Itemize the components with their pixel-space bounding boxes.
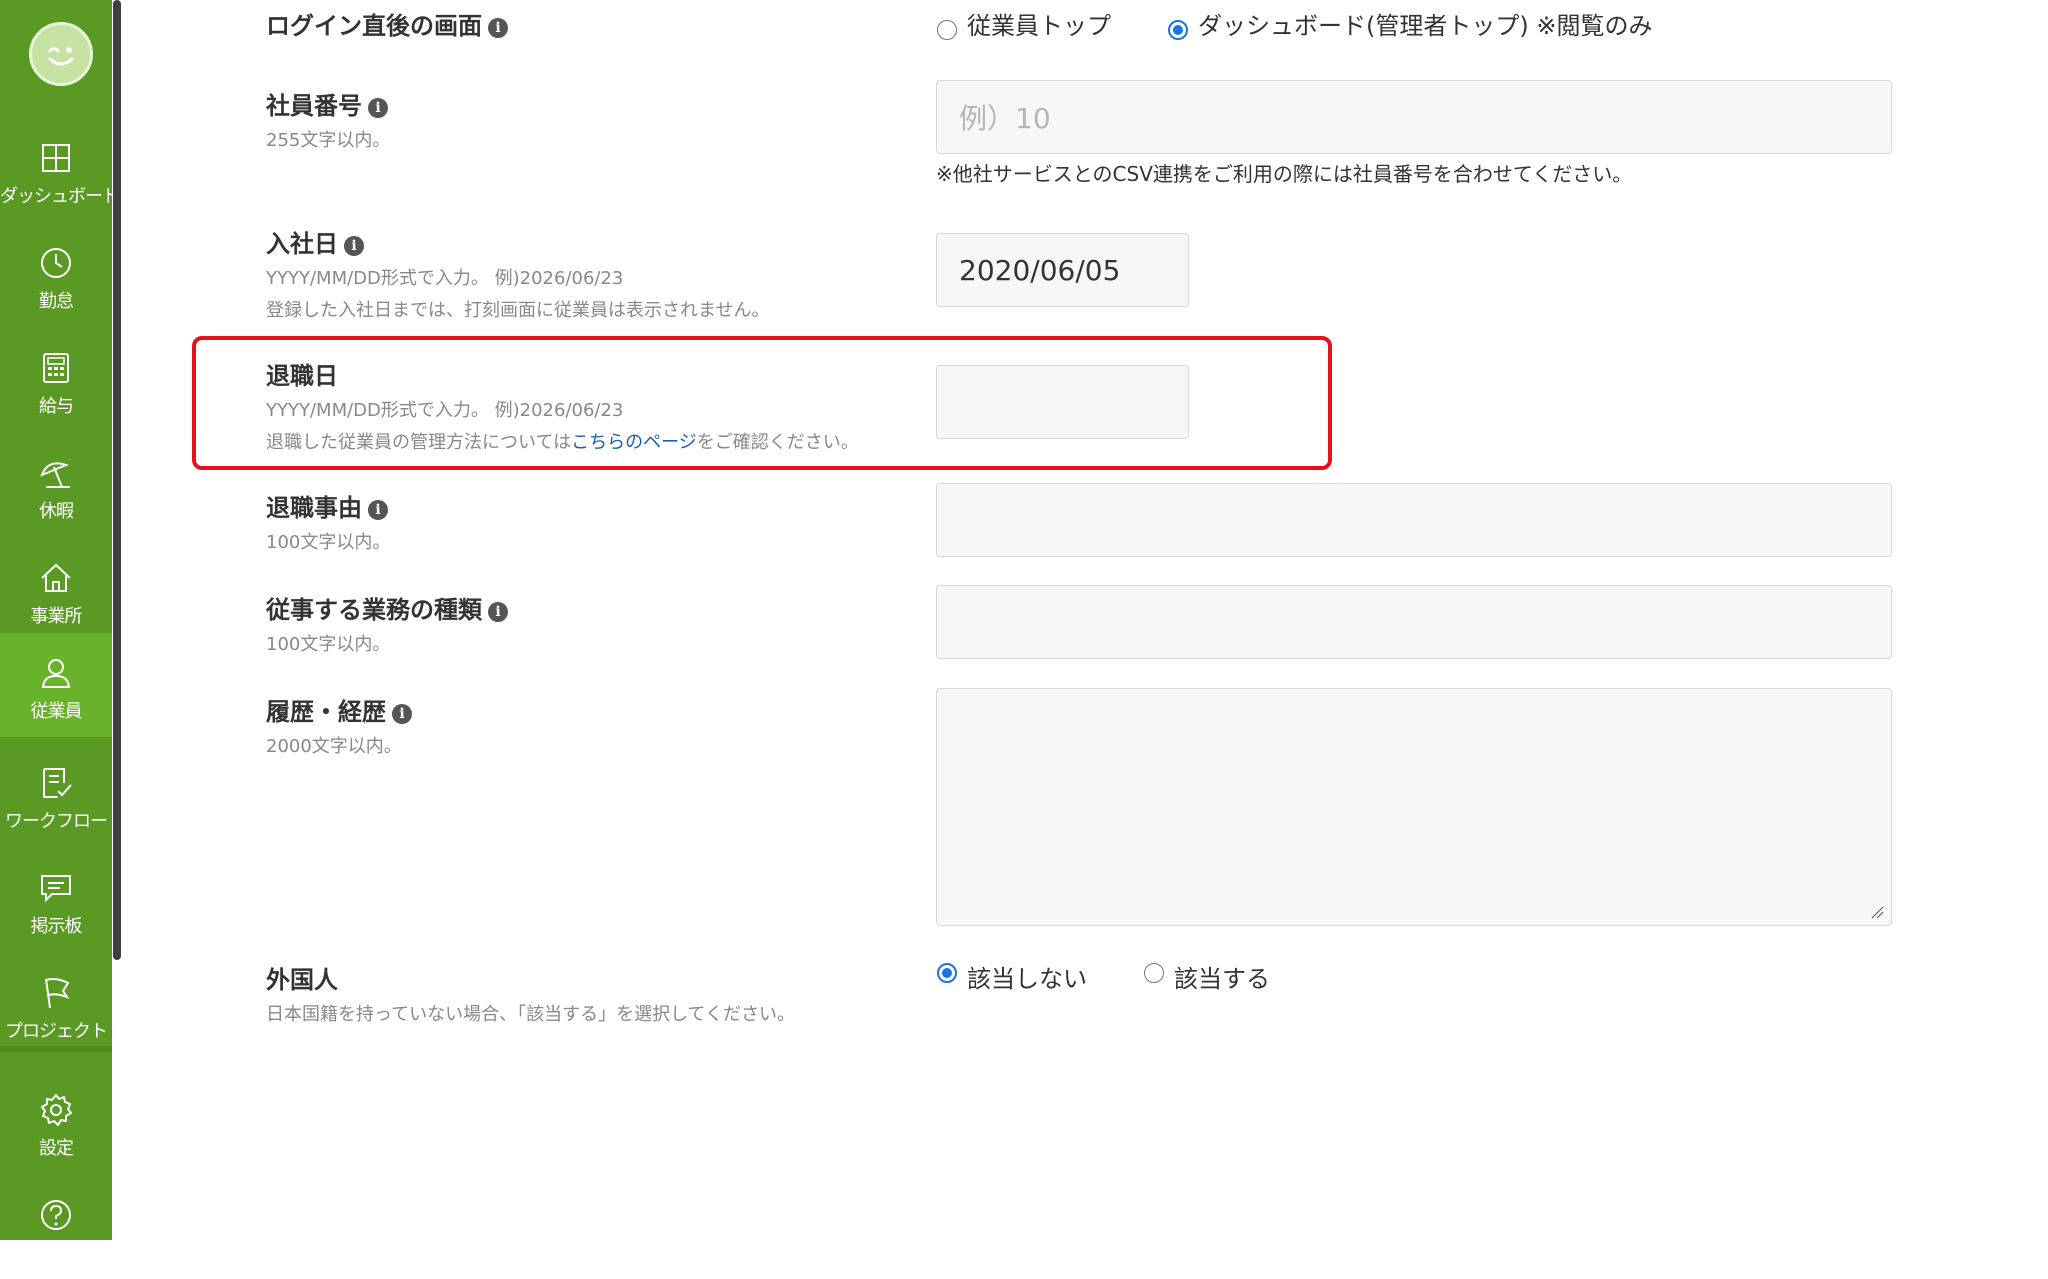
employee-number-note: ※他社サービスとのCSV連携をご利用の際には社員番号を合わせてください。 bbox=[936, 162, 1633, 186]
radio-not-applicable-label[interactable]: 該当しない bbox=[967, 959, 1087, 994]
sidebar-item-label: 従業員 bbox=[30, 701, 83, 722]
sidebar-item-label: ダッシュボード bbox=[0, 186, 120, 207]
sidebar-item-workflow[interactable]: ワークフロー bbox=[0, 743, 112, 847]
radio-applicable-label[interactable]: 該当する bbox=[1174, 959, 1270, 994]
info-icon[interactable]: i bbox=[368, 500, 388, 520]
sidebar-item-project[interactable]: プロジェクト bbox=[0, 953, 112, 1057]
hire-date-input[interactable]: 2020/06/05 bbox=[936, 233, 1189, 307]
dashboard-icon bbox=[42, 144, 70, 172]
retirement-date-input[interactable] bbox=[936, 365, 1189, 439]
login-screen-label: ログイン直後の画面 i bbox=[266, 6, 508, 41]
sidebar-item-label: ワークフロー bbox=[5, 811, 108, 832]
employee-number-hint: 255文字以内。 bbox=[266, 130, 391, 151]
radio-employee-top[interactable] bbox=[937, 20, 957, 40]
sidebar-item-settings[interactable]: 設定 bbox=[0, 1070, 112, 1174]
checklist-icon bbox=[43, 768, 72, 798]
sidebar-item-label: 掲示板 bbox=[30, 916, 83, 937]
sidebar-item-label: 事業所 bbox=[30, 606, 83, 627]
sidebar: ダッシュボード 勤怠 給与 休暇 事業所 従業員 ワークフロー 掲示板 プロジェ… bbox=[0, 0, 122, 1264]
job-type-label: 従事する業務の種類 i bbox=[266, 590, 508, 625]
help-icon bbox=[41, 1200, 71, 1230]
retirement-reason-hint: 100文字以内。 bbox=[266, 532, 391, 553]
hire-date-hint-note: 登録した入社日までは、打刻画面に従業員は表示されません。 bbox=[266, 300, 770, 321]
flag-icon bbox=[45, 978, 70, 1009]
job-type-input[interactable] bbox=[936, 585, 1892, 659]
person-icon bbox=[41, 659, 71, 688]
radio-not-applicable[interactable] bbox=[937, 963, 957, 983]
sidebar-item-leave[interactable]: 休暇 bbox=[0, 433, 112, 537]
sidebar-scroll-thumb[interactable] bbox=[113, 0, 121, 960]
foreigner-hint: 日本国籍を持っていない場合、「該当する」を選択してください。 bbox=[266, 1004, 796, 1025]
sidebar-item-label: ヘルプ bbox=[30, 1243, 83, 1264]
sidebar-item-label: 給与 bbox=[39, 396, 74, 417]
info-icon[interactable]: i bbox=[344, 236, 364, 256]
radio-dashboard-label[interactable]: ダッシュボード(管理者トップ) ※閲覧のみ bbox=[1198, 6, 1652, 41]
sidebar-item-office[interactable]: 事業所 bbox=[0, 538, 112, 642]
sidebar-item-payroll[interactable]: 給与 bbox=[0, 328, 112, 432]
info-icon[interactable]: i bbox=[368, 98, 388, 118]
hire-date-label: 入社日 i bbox=[266, 224, 364, 259]
resize-grip-icon[interactable] bbox=[1870, 905, 1884, 919]
foreigner-label: 外国人 bbox=[266, 966, 338, 994]
sidebar-item-label: プロジェクト bbox=[5, 1021, 108, 1042]
info-icon[interactable]: i bbox=[488, 602, 508, 622]
history-textarea[interactable] bbox=[936, 688, 1892, 926]
beach-umbrella-icon bbox=[40, 462, 70, 488]
sidebar-item-bulletin[interactable]: 掲示板 bbox=[0, 848, 112, 952]
gear-icon bbox=[41, 1094, 72, 1126]
sidebar-item-dashboard[interactable]: ダッシュボード bbox=[0, 118, 120, 222]
sidebar-item-employees[interactable]: 従業員 bbox=[0, 633, 112, 737]
app-logo[interactable] bbox=[29, 22, 93, 86]
radio-employee-top-label[interactable]: 従業員トップ bbox=[967, 6, 1111, 41]
info-icon[interactable]: i bbox=[392, 704, 412, 724]
history-hint: 2000文字以内。 bbox=[266, 736, 402, 757]
retirement-reason-input[interactable] bbox=[936, 483, 1892, 557]
sidebar-item-label: 休暇 bbox=[39, 501, 74, 522]
home-icon bbox=[41, 563, 71, 592]
hire-date-hint-format: YYYY/MM/DD形式で入力。 例)2026/06/23 bbox=[266, 268, 624, 289]
clock-icon bbox=[41, 248, 71, 278]
retirement-date-hint-note: 退職した従業員の管理方法についてはこちらのページをご確認ください。 bbox=[266, 432, 859, 453]
history-label: 履歴・経歴 i bbox=[266, 692, 412, 727]
sidebar-item-attendance[interactable]: 勤怠 bbox=[0, 223, 112, 327]
smiley-logo-icon bbox=[48, 47, 74, 66]
retirement-reason-label: 退職事由 i bbox=[266, 488, 388, 523]
retirement-help-link[interactable]: こちらのページ bbox=[571, 432, 697, 453]
sidebar-item-label: 勤怠 bbox=[39, 291, 74, 312]
employee-number-input[interactable]: 例）10 bbox=[936, 80, 1892, 154]
employee-number-label: 社員番号 i bbox=[266, 86, 388, 121]
job-type-hint: 100文字以内。 bbox=[266, 634, 391, 655]
sidebar-item-help[interactable]: ヘルプ bbox=[0, 1175, 112, 1279]
sidebar-item-label: 設定 bbox=[39, 1138, 74, 1159]
message-icon bbox=[41, 875, 71, 903]
radio-dashboard[interactable] bbox=[1168, 20, 1188, 40]
retirement-date-hint-format: YYYY/MM/DD形式で入力。 例)2026/06/23 bbox=[266, 400, 624, 421]
info-icon[interactable]: i bbox=[488, 18, 508, 38]
radio-applicable[interactable] bbox=[1144, 963, 1164, 983]
retirement-date-label: 退職日 bbox=[266, 362, 338, 390]
calculator-icon bbox=[43, 353, 69, 383]
